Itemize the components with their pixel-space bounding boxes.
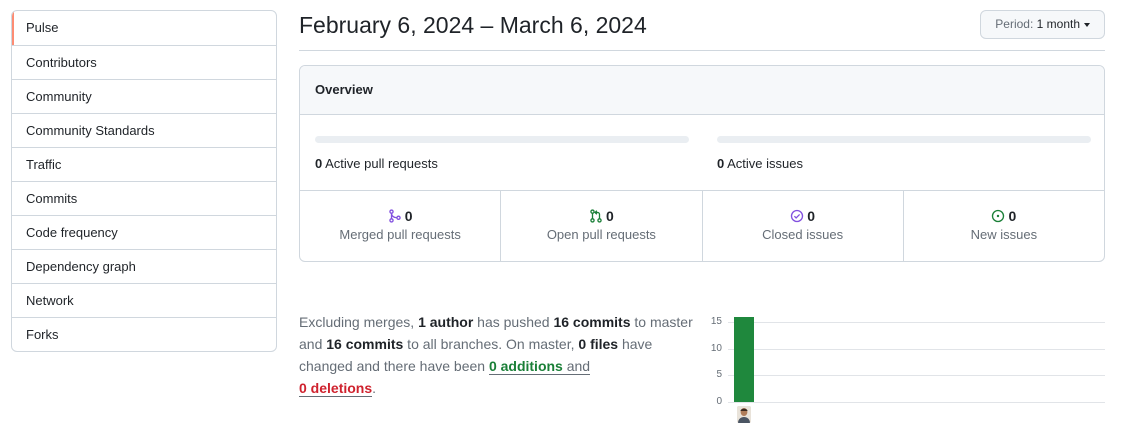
sidebar-item-community[interactable]: Community	[12, 79, 276, 113]
overview-box: Overview 0 Active pull requests 0 Active…	[299, 65, 1105, 262]
chart-grid-line	[728, 348, 1105, 350]
author-avatar[interactable]	[737, 406, 751, 423]
closed-issues-count: 0	[807, 208, 816, 224]
summary-text: has pushed	[473, 314, 554, 330]
overview-bars: 0 Active pull requests 0 Active issues	[300, 115, 1104, 191]
chart-y-tick: 0	[716, 396, 722, 407]
stat-closed-issues[interactable]: 0 Closed issues	[701, 191, 903, 261]
sidebar-item-community-standards[interactable]: Community Standards	[12, 113, 276, 147]
commit-bar[interactable]	[734, 317, 754, 402]
git-merge-icon	[388, 209, 401, 223]
additions-link[interactable]: 0 additions and	[488, 358, 591, 375]
sidebar-item-code-frequency[interactable]: Code frequency	[12, 215, 276, 249]
sidebar-item-contributors[interactable]: Contributors	[12, 45, 276, 79]
open-prs-label: Open pull requests	[546, 227, 656, 242]
summary-text: .	[372, 380, 377, 396]
chart-y-tick: 15	[710, 316, 722, 328]
page-header: February 6, 2024 – March 6, 2024 Period:…	[299, 10, 1105, 51]
active-prs-label: Active pull requests	[325, 156, 438, 171]
sidebar-nav: Pulse Contributors Community Community Stan…	[11, 10, 277, 352]
period-prefix: Period:	[995, 17, 1034, 31]
files-changed: 0 files	[578, 336, 619, 352]
active-prs-count: 0	[315, 156, 323, 171]
new-issues-count: 0	[1008, 208, 1017, 224]
period-value: 1 month	[1036, 17, 1080, 31]
active-issues-label: Active issues	[727, 156, 804, 171]
commits-chart: 15 10 5 0	[700, 295, 1105, 425]
summary-text: and	[562, 358, 591, 374]
active-issues-count: 0	[717, 156, 725, 171]
stat-merged-prs[interactable]: 0 Merged pull requests	[300, 191, 500, 261]
period-dropdown-button[interactable]: Period: 1 month	[980, 10, 1105, 39]
commits-master: 16 commits	[553, 314, 631, 330]
merged-prs-count: 0	[404, 208, 413, 224]
summary-text: Excluding merges,	[299, 314, 419, 330]
chart-grid-line	[728, 322, 1105, 324]
overview-stats: 0 Merged pull requests 0 Open pull reque…	[300, 191, 1104, 261]
sidebar-item-commits[interactable]: Commits	[12, 181, 276, 215]
overview-title: Overview	[300, 66, 1104, 115]
issue-closed-icon	[791, 209, 804, 223]
sidebar-item-network[interactable]: Network	[12, 283, 276, 317]
git-pull-request-icon	[590, 209, 602, 223]
open-prs-count: 0	[605, 208, 614, 224]
chart-y-tick: 10	[710, 342, 722, 354]
active-issues-summary: 0 Active issues	[717, 136, 1091, 171]
sidebar-item-forks[interactable]: Forks	[12, 317, 276, 351]
sidebar-item-pulse[interactable]: Pulse	[12, 11, 276, 45]
deletions-count: 0 deletions	[299, 380, 373, 396]
merged-prs-label: Merged pull requests	[339, 227, 461, 242]
active-prs-summary: 0 Active pull requests	[315, 136, 689, 171]
chart-grid-line	[728, 402, 1105, 403]
date-range-title: February 6, 2024 – March 6, 2024	[299, 12, 647, 38]
sidebar-item-traffic[interactable]: Traffic	[12, 147, 276, 181]
closed-issues-label: Closed issues	[762, 227, 844, 242]
additions-count: 0 additions	[488, 358, 563, 374]
issue-opened-icon	[992, 209, 1005, 223]
commit-summary: Excluding merges, 1 author has pushed 16…	[299, 311, 699, 399]
active-issues-bar	[717, 136, 1091, 143]
active-prs-bar	[315, 136, 689, 143]
chart-grid-line	[728, 375, 1105, 377]
authors-count: 1 author	[418, 314, 474, 330]
caret-down-icon	[1084, 22, 1090, 27]
main-content: February 6, 2024 – March 6, 2024 Period:…	[299, 10, 1105, 423]
deletions-link[interactable]: 0 deletions	[299, 380, 373, 397]
summary-text: to all branches. On master,	[403, 336, 579, 352]
sidebar-item-dependency-graph[interactable]: Dependency graph	[12, 249, 276, 283]
stat-open-prs[interactable]: 0 Open pull requests	[500, 191, 701, 261]
new-issues-label: New issues	[970, 227, 1038, 242]
commits-all: 16 commits	[326, 336, 404, 352]
stat-new-issues[interactable]: 0 New issues	[902, 191, 1104, 261]
chart-y-tick: 5	[716, 369, 722, 381]
